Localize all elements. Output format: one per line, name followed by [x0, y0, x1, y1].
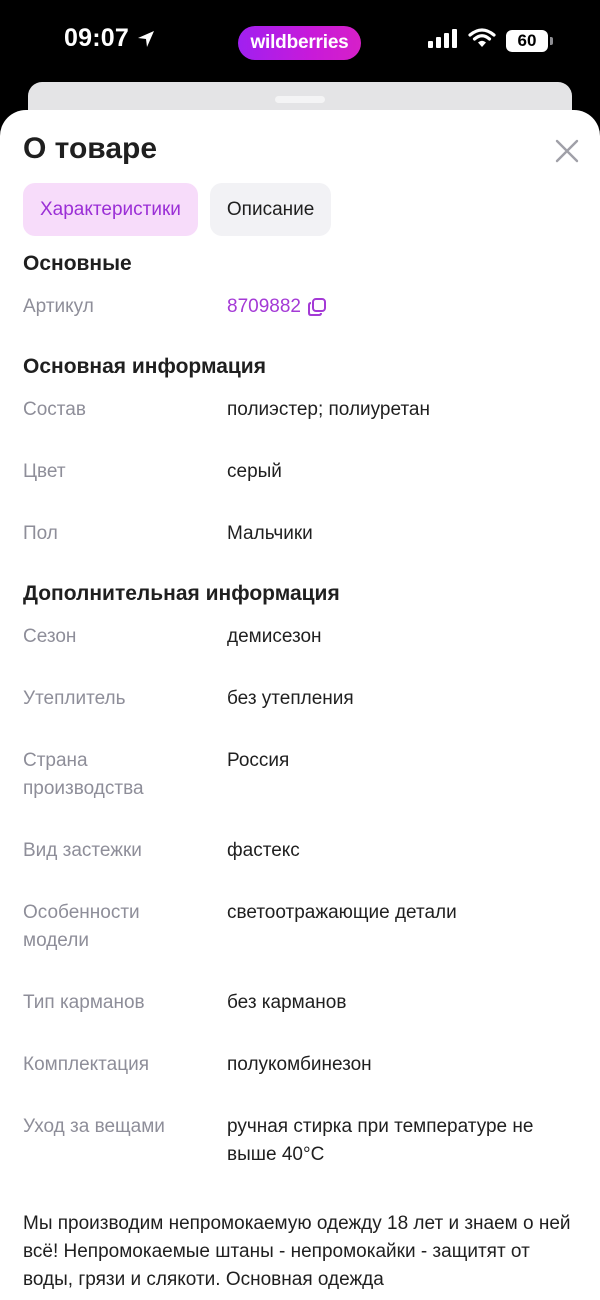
- row-label: Утеплитель: [23, 688, 126, 709]
- row-value: демисезон: [227, 626, 322, 647]
- tab-characteristics[interactable]: Характеристики: [23, 183, 198, 236]
- battery-level: 60: [517, 30, 537, 50]
- table-row: Состав полиэстер; полиуретан: [23, 396, 583, 424]
- status-bar: 09:07 wildberries 60: [0, 0, 600, 84]
- status-icons: 60: [428, 28, 553, 53]
- table-row: Страна производства Россия: [23, 747, 583, 803]
- product-info-sheet: О товаре Характеристики Описание Основны…: [0, 110, 600, 1300]
- tabs: Характеристики Описание: [23, 183, 332, 236]
- table-row: Вид застежки фастекс: [23, 837, 583, 865]
- row-value-wrapper: 8709882: [227, 293, 583, 321]
- row-label: Тип карманов: [23, 992, 145, 1013]
- section-title-basic: Основные: [23, 252, 132, 275]
- row-value: серый: [227, 461, 282, 482]
- row-value: фастекс: [227, 840, 300, 861]
- table-row: Особенности модели светоотражающие детал…: [23, 899, 583, 955]
- row-label: Сезон: [23, 626, 77, 647]
- row-value: Мальчики: [227, 523, 313, 544]
- tab-description[interactable]: Описание: [209, 183, 332, 236]
- article-number[interactable]: 8709882: [227, 293, 327, 321]
- product-description: Мы производим непромокаемую одежду 18 ле…: [23, 1213, 571, 1290]
- table-row: Утеплитель без утепления: [23, 685, 583, 713]
- table-row: Сезон демисезон: [23, 623, 583, 651]
- section-title-extra-info: Дополнительная информация: [23, 582, 340, 605]
- table-row: Комплектация полукомбинезон: [23, 1051, 583, 1079]
- brand-pill[interactable]: wildberries: [238, 26, 361, 60]
- row-label: Комплектация: [23, 1054, 150, 1075]
- row-value: без утепления: [227, 688, 354, 709]
- row-label: Страна производства: [23, 750, 144, 799]
- row-label: Состав: [23, 399, 86, 420]
- table-row: Пол Мальчики: [23, 520, 583, 548]
- row-label: Цвет: [23, 461, 66, 482]
- status-time: 09:07: [64, 24, 157, 53]
- clock: 09:07: [64, 24, 129, 52]
- article-value: 8709882: [227, 296, 301, 317]
- location-arrow-icon: [135, 28, 157, 50]
- row-value: ручная стирка при температуре не выше 40…: [227, 1116, 534, 1165]
- characteristics-content: Основные Артикул 8709882 Основная информ…: [23, 252, 583, 1169]
- table-row: Тип карманов без карманов: [23, 989, 583, 1017]
- copy-icon[interactable]: [307, 297, 327, 317]
- row-label: Пол: [23, 523, 58, 544]
- brand-label: wildberries: [250, 32, 349, 53]
- battery-icon: 60: [506, 29, 553, 52]
- sheet-title: О товаре: [23, 132, 158, 165]
- section-title-main-info: Основная информация: [23, 355, 266, 378]
- row-value: полукомбинезон: [227, 1054, 372, 1075]
- row-article: Артикул 8709882: [23, 293, 583, 321]
- row-label: Особенности модели: [23, 902, 140, 951]
- cellular-signal-icon: [428, 28, 458, 53]
- row-label: Уход за вещами: [23, 1116, 165, 1137]
- table-row: Уход за вещами ручная стирка при темпера…: [23, 1113, 583, 1169]
- sheet-grabber[interactable]: [275, 96, 325, 103]
- close-icon: [555, 139, 579, 168]
- row-value: светоотражающие детали: [227, 902, 457, 923]
- row-value: полиэстер; полиуретан: [227, 399, 430, 420]
- close-button[interactable]: [552, 138, 582, 168]
- wifi-icon: [468, 28, 496, 53]
- row-label: Артикул: [23, 296, 94, 317]
- table-row: Цвет серый: [23, 458, 583, 486]
- row-value: без карманов: [227, 992, 347, 1013]
- row-value: Россия: [227, 750, 290, 771]
- row-label: Вид застежки: [23, 840, 142, 861]
